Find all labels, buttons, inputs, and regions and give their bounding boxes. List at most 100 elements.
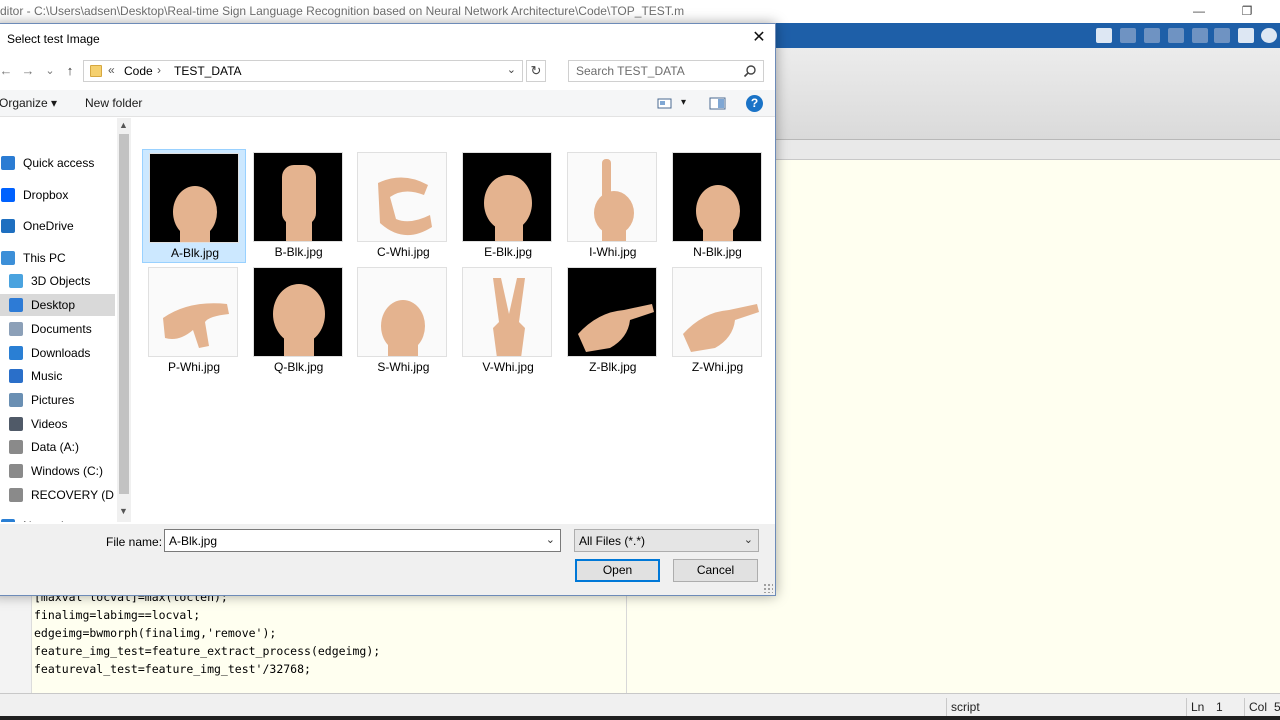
cube-icon bbox=[9, 274, 23, 288]
file-name-dropdown-icon[interactable]: ⌄ bbox=[546, 533, 555, 546]
file-item[interactable]: V-Whi.jpg bbox=[456, 264, 560, 378]
breadcrumb-code[interactable]: Code bbox=[124, 64, 153, 78]
hand-sign-thumbnail bbox=[149, 153, 239, 243]
sidebar-item-network[interactable]: Network bbox=[0, 515, 115, 522]
breadcrumb-separator-icon[interactable]: › bbox=[157, 63, 161, 77]
file-name-input[interactable]: A-Blk.jpg ⌄ bbox=[164, 529, 561, 552]
sidebar-item-recovery-d[interactable]: RECOVERY (D:) bbox=[0, 484, 115, 506]
paste-icon[interactable] bbox=[1168, 28, 1184, 43]
sidebar-item-label: Quick access bbox=[23, 156, 95, 170]
save-icon[interactable] bbox=[1096, 28, 1112, 43]
file-name: E-Blk.jpg bbox=[484, 245, 533, 259]
matlab-help-icon[interactable] bbox=[1261, 28, 1277, 43]
file-item[interactable]: A-Blk.jpg bbox=[142, 149, 246, 263]
redo-icon[interactable] bbox=[1214, 28, 1230, 43]
search-icon[interactable] bbox=[743, 64, 757, 78]
file-type-select[interactable]: All Files (*.*) ⌄ bbox=[574, 529, 759, 552]
file-name-value: A-Blk.jpg bbox=[169, 534, 218, 548]
hand-sign-thumbnail bbox=[566, 267, 657, 357]
hand-sign-thumbnail bbox=[671, 152, 762, 242]
sidebar-item-label: Videos bbox=[31, 417, 68, 431]
copy-icon[interactable] bbox=[1144, 28, 1160, 43]
restore-icon[interactable]: ❐ bbox=[1224, 0, 1270, 23]
organize-button[interactable]: Organize ▾ bbox=[0, 96, 57, 110]
sidebar-item-music[interactable]: Music bbox=[0, 365, 115, 387]
sidebar-item-3d-objects[interactable]: 3D Objects bbox=[0, 270, 115, 292]
code-line[interactable]: edgeimg=bwmorph(finalimg,'remove'); bbox=[34, 626, 276, 640]
up-folder-icon[interactable]: ↑ bbox=[61, 62, 79, 80]
sidebar-item-label: Desktop bbox=[31, 298, 76, 312]
open-button[interactable]: Open bbox=[575, 559, 660, 582]
search-input[interactable] bbox=[569, 61, 739, 81]
undo-icon[interactable] bbox=[1192, 28, 1208, 43]
scroll-up-icon[interactable]: ▲ bbox=[119, 120, 128, 130]
view-options-dropdown-icon[interactable]: ▾ bbox=[681, 97, 686, 108]
sidebar-item-dropbox[interactable]: Dropbox bbox=[0, 184, 115, 206]
sidebar-item-onedrive[interactable]: OneDrive bbox=[0, 215, 115, 237]
file-name: Z-Whi.jpg bbox=[691, 360, 744, 374]
address-dropdown-icon[interactable]: ⌄ bbox=[507, 63, 516, 76]
sidebar-item-label: Music bbox=[31, 369, 63, 383]
file-item[interactable]: N-Blk.jpg bbox=[666, 149, 770, 263]
file-item[interactable]: S-Whi.jpg bbox=[351, 264, 455, 378]
sidebar-item-quick-access[interactable]: Quick access bbox=[0, 152, 115, 174]
file-item[interactable]: Q-Blk.jpg bbox=[247, 264, 351, 378]
sidebar-item-desktop[interactable]: Desktop bbox=[0, 294, 115, 316]
sidebar-item-pictures[interactable]: Pictures bbox=[0, 389, 115, 411]
dialog-title-bar[interactable]: Select test Image ✕ bbox=[0, 24, 775, 54]
code-line[interactable]: featureval_test=feature_img_test'/32768; bbox=[34, 662, 311, 676]
change-view-icon[interactable] bbox=[657, 95, 673, 112]
file-item[interactable]: E-Blk.jpg bbox=[456, 149, 560, 263]
scroll-down-icon[interactable]: ▼ bbox=[119, 506, 128, 516]
dialog-toolbar: Organize ▾ New folder ▾ ? bbox=[0, 90, 775, 117]
sidebar-item-videos[interactable]: Videos bbox=[0, 413, 115, 435]
video-icon bbox=[9, 417, 23, 431]
resize-grip-icon[interactable] bbox=[763, 583, 773, 593]
recent-locations-icon[interactable]: ⌄ bbox=[41, 62, 59, 80]
sidebar-item-data-a[interactable]: Data (A:) bbox=[0, 436, 115, 458]
sidebar-item-windows-c[interactable]: Windows (C:) bbox=[0, 460, 115, 482]
file-item[interactable]: B-Blk.jpg bbox=[247, 149, 351, 263]
file-type-dropdown-icon: ⌄ bbox=[743, 534, 753, 546]
cut-icon[interactable] bbox=[1120, 28, 1136, 43]
switch-windows-icon[interactable] bbox=[1238, 28, 1254, 43]
back-icon[interactable]: ← bbox=[0, 62, 15, 80]
sidebar-item-this-pc[interactable]: This PC bbox=[0, 247, 115, 269]
help-icon[interactable]: ? bbox=[746, 95, 763, 112]
forward-icon[interactable]: → bbox=[19, 62, 37, 80]
cancel-button[interactable]: Cancel bbox=[673, 559, 758, 582]
sidebar-item-label: Data (A:) bbox=[31, 440, 80, 454]
windows-drive-icon bbox=[9, 464, 23, 478]
navigation-pane: Quick access Dropbox OneDrive This PC 3D Obj… bbox=[0, 118, 115, 522]
status-ln-value: 1 bbox=[1216, 700, 1223, 714]
sidebar-item-documents[interactable]: Documents bbox=[0, 318, 115, 340]
file-item[interactable]: I-Whi.jpg bbox=[561, 149, 665, 263]
new-folder-button[interactable]: New folder bbox=[85, 96, 142, 110]
hand-sign-thumbnail bbox=[357, 267, 448, 357]
code-line[interactable]: feature_img_test=feature_extract_process… bbox=[34, 644, 380, 658]
file-name: N-Blk.jpg bbox=[693, 245, 742, 259]
file-item[interactable]: P-Whi.jpg bbox=[142, 264, 246, 378]
minimize-icon[interactable]: — bbox=[1176, 0, 1222, 23]
code-line[interactable]: finalimg=labimg==locval; bbox=[34, 608, 200, 622]
file-item[interactable]: C-Whi.jpg bbox=[351, 149, 455, 263]
dropbox-icon bbox=[1, 188, 15, 202]
breadcrumb-overflow-icon[interactable]: « bbox=[108, 63, 115, 77]
scrollbar-thumb[interactable] bbox=[119, 134, 129, 494]
navigation-pane-scrollbar[interactable]: ▲ ▼ bbox=[117, 118, 131, 522]
file-name: A-Blk.jpg bbox=[170, 246, 220, 260]
picture-icon bbox=[9, 393, 23, 407]
file-item[interactable]: Z-Blk.jpg bbox=[561, 264, 665, 378]
refresh-icon[interactable]: ↻ bbox=[526, 60, 546, 82]
breadcrumb-test-data[interactable]: TEST_DATA bbox=[174, 64, 242, 78]
sidebar-item-label: Downloads bbox=[31, 346, 91, 360]
taskbar-strip bbox=[0, 716, 1280, 720]
address-bar[interactable]: « Code › TEST_DATA ⌄ bbox=[83, 60, 523, 82]
file-item[interactable]: Z-Whi.jpg bbox=[666, 264, 770, 378]
preview-pane-icon[interactable] bbox=[709, 95, 726, 112]
sidebar-item-downloads[interactable]: Downloads bbox=[0, 342, 115, 364]
close-icon[interactable]: ✕ bbox=[743, 24, 775, 54]
file-name-label: File name: bbox=[106, 535, 163, 549]
hand-sign-thumbnail bbox=[252, 267, 343, 357]
file-name: V-Whi.jpg bbox=[482, 360, 534, 374]
